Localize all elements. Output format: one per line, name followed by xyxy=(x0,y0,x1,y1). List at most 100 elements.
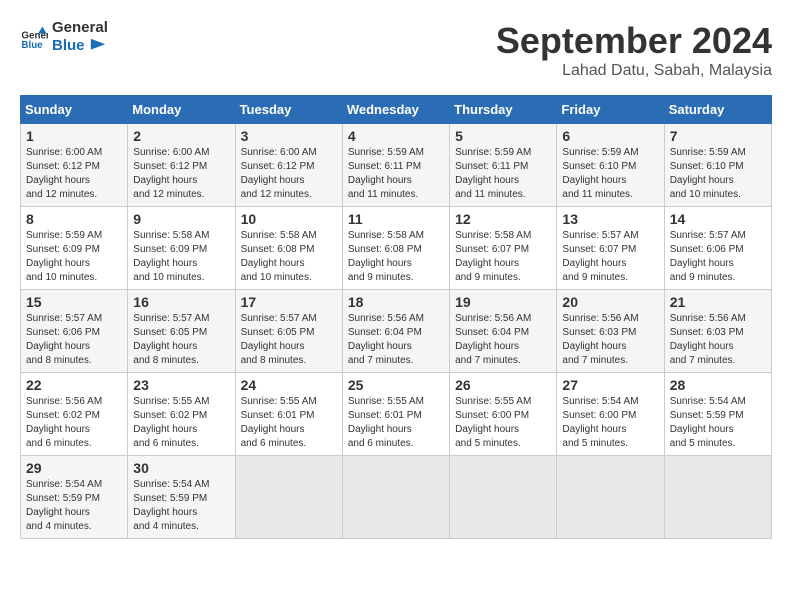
calendar-cell: 30 Sunrise: 5:54 AM Sunset: 5:59 PM Dayl… xyxy=(128,456,235,539)
day-number: 28 xyxy=(670,377,766,393)
day-info: Sunrise: 5:56 AM Sunset: 6:03 PM Dayligh… xyxy=(562,312,658,368)
day-number: 30 xyxy=(133,460,229,476)
calendar-cell: 2 Sunrise: 6:00 AM Sunset: 6:12 PM Dayli… xyxy=(128,124,235,207)
day-info: Sunrise: 5:54 AM Sunset: 5:59 PM Dayligh… xyxy=(670,395,766,451)
calendar-week-row: 1 Sunrise: 6:00 AM Sunset: 6:12 PM Dayli… xyxy=(21,124,772,207)
day-header-sunday: Sunday xyxy=(21,96,128,124)
calendar-cell xyxy=(557,456,664,539)
calendar-cell: 23 Sunrise: 5:55 AM Sunset: 6:02 PM Dayl… xyxy=(128,373,235,456)
logo-flag-icon xyxy=(89,37,107,55)
calendar-cell xyxy=(235,456,342,539)
calendar-cell: 3 Sunrise: 6:00 AM Sunset: 6:12 PM Dayli… xyxy=(235,124,342,207)
day-number: 2 xyxy=(133,128,229,144)
calendar-cell: 14 Sunrise: 5:57 AM Sunset: 6:06 PM Dayl… xyxy=(664,207,771,290)
calendar-cell: 4 Sunrise: 5:59 AM Sunset: 6:11 PM Dayli… xyxy=(342,124,449,207)
day-number: 1 xyxy=(26,128,122,144)
calendar-cell: 5 Sunrise: 5:59 AM Sunset: 6:11 PM Dayli… xyxy=(450,124,557,207)
day-info: Sunrise: 5:55 AM Sunset: 6:02 PM Dayligh… xyxy=(133,395,229,451)
day-number: 5 xyxy=(455,128,551,144)
day-info: Sunrise: 5:54 AM Sunset: 6:00 PM Dayligh… xyxy=(562,395,658,451)
day-info: Sunrise: 5:59 AM Sunset: 6:09 PM Dayligh… xyxy=(26,229,122,285)
calendar-cell: 18 Sunrise: 5:56 AM Sunset: 6:04 PM Dayl… xyxy=(342,290,449,373)
calendar-cell: 16 Sunrise: 5:57 AM Sunset: 6:05 PM Dayl… xyxy=(128,290,235,373)
day-number: 7 xyxy=(670,128,766,144)
day-info: Sunrise: 5:55 AM Sunset: 6:01 PM Dayligh… xyxy=(241,395,337,451)
day-info: Sunrise: 5:59 AM Sunset: 6:11 PM Dayligh… xyxy=(348,146,444,202)
day-info: Sunrise: 6:00 AM Sunset: 6:12 PM Dayligh… xyxy=(241,146,337,202)
calendar-header-row: SundayMondayTuesdayWednesdayThursdayFrid… xyxy=(21,96,772,124)
calendar-cell: 15 Sunrise: 5:57 AM Sunset: 6:06 PM Dayl… xyxy=(21,290,128,373)
calendar-cell: 7 Sunrise: 5:59 AM Sunset: 6:10 PM Dayli… xyxy=(664,124,771,207)
day-number: 29 xyxy=(26,460,122,476)
location-title: Lahad Datu, Sabah, Malaysia xyxy=(496,62,772,80)
calendar-cell xyxy=(342,456,449,539)
day-header-friday: Friday xyxy=(557,96,664,124)
day-info: Sunrise: 5:59 AM Sunset: 6:10 PM Dayligh… xyxy=(670,146,766,202)
day-number: 9 xyxy=(133,211,229,227)
day-info: Sunrise: 5:56 AM Sunset: 6:04 PM Dayligh… xyxy=(348,312,444,368)
day-number: 16 xyxy=(133,294,229,310)
day-info: Sunrise: 5:57 AM Sunset: 6:06 PM Dayligh… xyxy=(670,229,766,285)
day-header-monday: Monday xyxy=(128,96,235,124)
day-info: Sunrise: 5:58 AM Sunset: 6:08 PM Dayligh… xyxy=(348,229,444,285)
calendar-week-row: 22 Sunrise: 5:56 AM Sunset: 6:02 PM Dayl… xyxy=(21,373,772,456)
day-header-tuesday: Tuesday xyxy=(235,96,342,124)
day-info: Sunrise: 5:56 AM Sunset: 6:04 PM Dayligh… xyxy=(455,312,551,368)
calendar-cell: 22 Sunrise: 5:56 AM Sunset: 6:02 PM Dayl… xyxy=(21,373,128,456)
day-info: Sunrise: 5:57 AM Sunset: 6:06 PM Dayligh… xyxy=(26,312,122,368)
calendar-cell: 26 Sunrise: 5:55 AM Sunset: 6:00 PM Dayl… xyxy=(450,373,557,456)
day-info: Sunrise: 5:59 AM Sunset: 6:10 PM Dayligh… xyxy=(562,146,658,202)
day-number: 3 xyxy=(241,128,337,144)
calendar-cell: 17 Sunrise: 5:57 AM Sunset: 6:05 PM Dayl… xyxy=(235,290,342,373)
logo-icon: General Blue xyxy=(20,23,48,51)
calendar-week-row: 8 Sunrise: 5:59 AM Sunset: 6:09 PM Dayli… xyxy=(21,207,772,290)
calendar-cell: 13 Sunrise: 5:57 AM Sunset: 6:07 PM Dayl… xyxy=(557,207,664,290)
month-title: September 2024 xyxy=(496,20,772,62)
calendar-cell: 24 Sunrise: 5:55 AM Sunset: 6:01 PM Dayl… xyxy=(235,373,342,456)
day-number: 13 xyxy=(562,211,658,227)
day-info: Sunrise: 5:58 AM Sunset: 6:08 PM Dayligh… xyxy=(241,229,337,285)
day-info: Sunrise: 5:55 AM Sunset: 6:00 PM Dayligh… xyxy=(455,395,551,451)
day-info: Sunrise: 5:55 AM Sunset: 6:01 PM Dayligh… xyxy=(348,395,444,451)
day-number: 14 xyxy=(670,211,766,227)
day-number: 22 xyxy=(26,377,122,393)
day-number: 11 xyxy=(348,211,444,227)
calendar-cell: 27 Sunrise: 5:54 AM Sunset: 6:00 PM Dayl… xyxy=(557,373,664,456)
svg-text:Blue: Blue xyxy=(21,40,43,51)
day-number: 23 xyxy=(133,377,229,393)
day-number: 15 xyxy=(26,294,122,310)
calendar-cell: 21 Sunrise: 5:56 AM Sunset: 6:03 PM Dayl… xyxy=(664,290,771,373)
day-header-wednesday: Wednesday xyxy=(342,96,449,124)
calendar-cell: 1 Sunrise: 6:00 AM Sunset: 6:12 PM Dayli… xyxy=(21,124,128,207)
day-header-thursday: Thursday xyxy=(450,96,557,124)
calendar-cell: 9 Sunrise: 5:58 AM Sunset: 6:09 PM Dayli… xyxy=(128,207,235,290)
day-number: 26 xyxy=(455,377,551,393)
calendar-cell: 29 Sunrise: 5:54 AM Sunset: 5:59 PM Dayl… xyxy=(21,456,128,539)
day-number: 12 xyxy=(455,211,551,227)
day-info: Sunrise: 5:58 AM Sunset: 6:07 PM Dayligh… xyxy=(455,229,551,285)
calendar-cell: 28 Sunrise: 5:54 AM Sunset: 5:59 PM Dayl… xyxy=(664,373,771,456)
day-number: 20 xyxy=(562,294,658,310)
logo-blue-text: Blue xyxy=(52,36,85,53)
day-info: Sunrise: 5:54 AM Sunset: 5:59 PM Dayligh… xyxy=(133,478,229,534)
calendar-table: SundayMondayTuesdayWednesdayThursdayFrid… xyxy=(20,95,772,539)
calendar-week-row: 15 Sunrise: 5:57 AM Sunset: 6:06 PM Dayl… xyxy=(21,290,772,373)
day-info: Sunrise: 5:59 AM Sunset: 6:11 PM Dayligh… xyxy=(455,146,551,202)
calendar-cell: 20 Sunrise: 5:56 AM Sunset: 6:03 PM Dayl… xyxy=(557,290,664,373)
day-info: Sunrise: 5:58 AM Sunset: 6:09 PM Dayligh… xyxy=(133,229,229,285)
calendar-cell xyxy=(664,456,771,539)
day-number: 17 xyxy=(241,294,337,310)
calendar-cell: 25 Sunrise: 5:55 AM Sunset: 6:01 PM Dayl… xyxy=(342,373,449,456)
day-info: Sunrise: 5:56 AM Sunset: 6:02 PM Dayligh… xyxy=(26,395,122,451)
day-number: 4 xyxy=(348,128,444,144)
day-info: Sunrise: 6:00 AM Sunset: 6:12 PM Dayligh… xyxy=(133,146,229,202)
header: General Blue General Blue September 2024… xyxy=(20,20,772,80)
day-number: 25 xyxy=(348,377,444,393)
day-number: 6 xyxy=(562,128,658,144)
day-info: Sunrise: 5:56 AM Sunset: 6:03 PM Dayligh… xyxy=(670,312,766,368)
calendar-cell: 19 Sunrise: 5:56 AM Sunset: 6:04 PM Dayl… xyxy=(450,290,557,373)
day-info: Sunrise: 5:54 AM Sunset: 5:59 PM Dayligh… xyxy=(26,478,122,534)
calendar-cell: 10 Sunrise: 5:58 AM Sunset: 6:08 PM Dayl… xyxy=(235,207,342,290)
calendar-cell: 6 Sunrise: 5:59 AM Sunset: 6:10 PM Dayli… xyxy=(557,124,664,207)
calendar-cell: 11 Sunrise: 5:58 AM Sunset: 6:08 PM Dayl… xyxy=(342,207,449,290)
